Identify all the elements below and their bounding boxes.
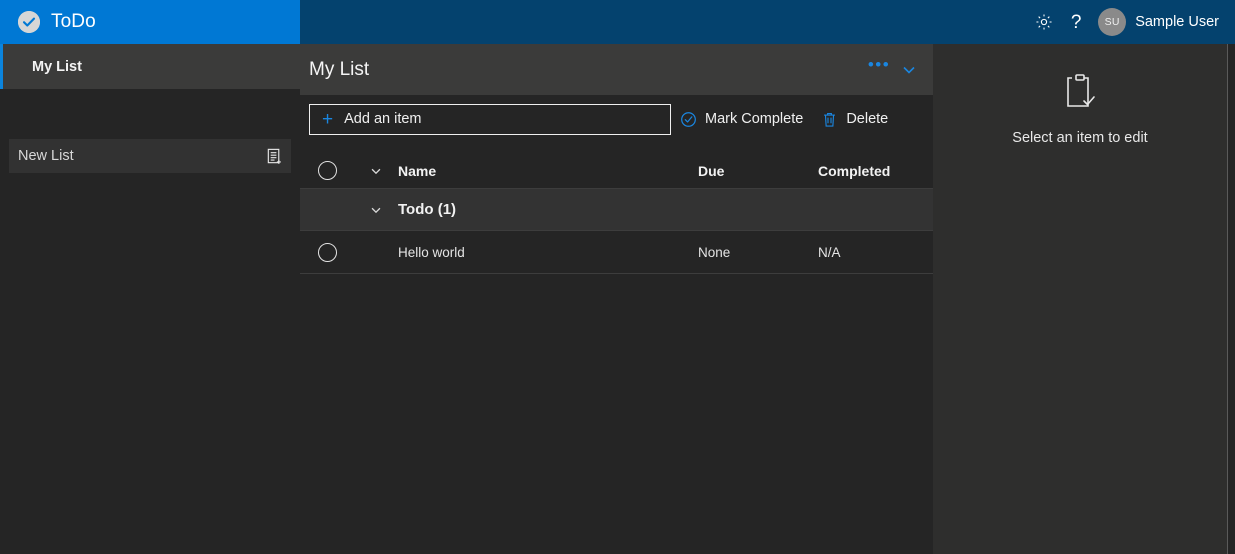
ellipsis-icon[interactable]: ••• xyxy=(865,56,893,84)
delete-button[interactable]: Delete xyxy=(812,103,897,135)
mark-complete-label: Mark Complete xyxy=(705,111,804,127)
list-header-actions: ••• xyxy=(865,44,923,95)
main-content: My List ••• + Add an item Mark Complete … xyxy=(300,44,933,554)
expand-all-toggle[interactable] xyxy=(354,164,398,178)
row-checkbox[interactable] xyxy=(300,242,354,262)
add-item-placeholder: Add an item xyxy=(344,111,422,127)
table-row[interactable]: Hello world None N/A xyxy=(300,231,933,274)
command-bar: + Add an item Mark Complete Delete xyxy=(300,95,933,143)
sidebar-item-my-list[interactable]: My List xyxy=(0,44,300,89)
sidebar: My List xyxy=(0,44,300,554)
row-completed-cell: N/A xyxy=(818,244,841,260)
list-header: My List ••• xyxy=(300,44,933,95)
mark-complete-button[interactable]: Mark Complete xyxy=(671,103,812,135)
select-all-checkbox[interactable] xyxy=(300,161,354,180)
trash-icon xyxy=(821,111,838,128)
detail-panel: Select an item to edit xyxy=(933,44,1227,554)
new-list-input[interactable] xyxy=(9,148,257,164)
new-list-row xyxy=(9,139,291,173)
app-brand[interactable]: ToDo xyxy=(0,0,300,44)
delete-label: Delete xyxy=(846,111,889,127)
app-title: ToDo xyxy=(51,11,96,32)
ellipsis-glyph: ••• xyxy=(867,55,891,74)
window-right-edge-top xyxy=(1227,0,1235,44)
check-circle-icon xyxy=(18,11,40,33)
question-mark-icon[interactable]: ? xyxy=(1060,6,1092,38)
plus-icon: + xyxy=(322,108,334,130)
user-name-label[interactable]: Sample User xyxy=(1135,14,1219,30)
todo-app-window: ToDo ? SU Sample User My List New List M… xyxy=(0,0,1235,554)
clipboard-check-icon xyxy=(1057,70,1103,116)
top-navigation-bar: ToDo ? SU Sample User xyxy=(0,0,1235,44)
check-circle-outline-icon xyxy=(680,111,697,128)
table-group-row[interactable]: Todo (1) xyxy=(300,189,933,231)
window-right-edge xyxy=(1227,0,1235,554)
group-label: Todo (1) xyxy=(398,201,457,218)
column-header-name[interactable]: Name xyxy=(398,163,698,179)
row-due-cell: None xyxy=(698,244,731,260)
circle-icon xyxy=(317,161,337,180)
add-item-field[interactable]: + Add an item xyxy=(309,103,671,135)
gear-icon[interactable] xyxy=(1028,6,1060,38)
row-name-cell: Hello world xyxy=(398,244,465,260)
help-glyph: ? xyxy=(1070,11,1082,33)
table-header-row: Name Due Completed xyxy=(300,153,933,189)
detail-panel-empty-text: Select an item to edit xyxy=(1012,130,1148,146)
group-expand-toggle[interactable] xyxy=(354,203,398,217)
todo-table: Name Due Completed Todo (1) Hello world … xyxy=(300,153,933,274)
chevron-down-icon[interactable] xyxy=(895,56,923,84)
add-list-icon[interactable] xyxy=(257,139,291,173)
avatar[interactable]: SU xyxy=(1098,8,1127,36)
column-header-completed[interactable]: Completed xyxy=(818,163,933,179)
top-bar-right-controls: ? SU Sample User xyxy=(1028,0,1221,44)
sidebar-item-label: My List xyxy=(32,58,82,75)
page-title: My List xyxy=(309,58,370,80)
circle-icon xyxy=(317,242,337,262)
column-header-due[interactable]: Due xyxy=(698,163,818,179)
